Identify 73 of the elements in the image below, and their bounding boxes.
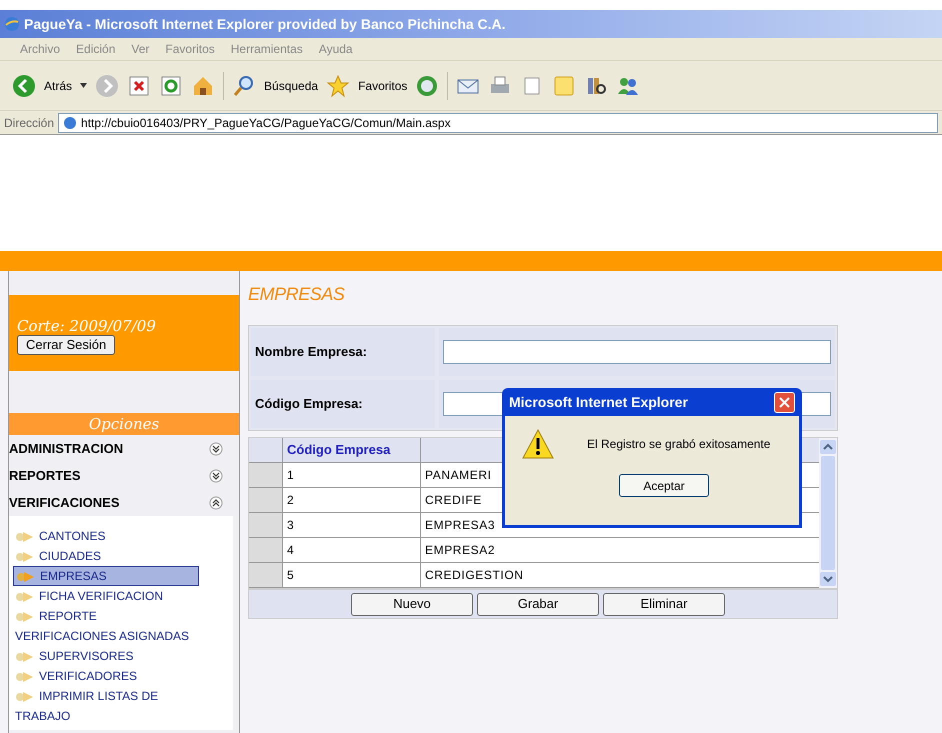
arrow-icon bbox=[15, 670, 35, 683]
arrow-icon bbox=[15, 650, 35, 663]
options-header: Opciones bbox=[9, 413, 239, 435]
collapse-icon[interactable] bbox=[209, 496, 223, 510]
address-label: Dirección bbox=[4, 114, 54, 132]
back-button[interactable]: Atrás bbox=[44, 76, 72, 94]
section-header[interactable]: ADMINISTRACION bbox=[9, 438, 124, 458]
arrow-icon bbox=[15, 530, 35, 543]
star-icon[interactable] bbox=[326, 74, 350, 98]
submenu-item[interactable]: IMPRIMIR LISTAS DE TRABAJO bbox=[9, 686, 199, 726]
submenu-item[interactable]: REPORTE VERIFICACIONES ASIGNADAS bbox=[9, 606, 199, 646]
scroll-down-icon[interactable] bbox=[820, 572, 836, 586]
table-cell: 3 bbox=[283, 513, 421, 537]
refresh-icon[interactable] bbox=[159, 74, 184, 98]
field-label: Nombre Empresa: bbox=[255, 343, 367, 362]
expand-icon[interactable] bbox=[209, 442, 223, 456]
table-cell-text: CREDIGESTION bbox=[425, 567, 524, 584]
browser-icon bbox=[4, 16, 20, 32]
table-cell-text: EMPRESA3 bbox=[425, 517, 496, 534]
row-header[interactable] bbox=[249, 488, 283, 512]
submenu-item[interactable]: FICHA VERIFICACION bbox=[9, 586, 199, 606]
cutoff-date: Corte: 2009/07/09 bbox=[17, 317, 156, 335]
note-icon[interactable] bbox=[552, 74, 576, 98]
action-button[interactable]: Eliminar bbox=[603, 592, 725, 616]
row-header[interactable] bbox=[249, 463, 283, 487]
page-icon bbox=[63, 116, 78, 130]
window-title: PagueYa - Microsoft Internet Explorer provided by Banco Pichincha C.A. bbox=[24, 14, 506, 34]
action-button[interactable]: Nuevo bbox=[351, 592, 473, 616]
column-header[interactable]: Código Empresa bbox=[283, 438, 421, 462]
scroll-up-icon[interactable] bbox=[820, 440, 836, 454]
action-button[interactable]: Grabar bbox=[477, 592, 599, 616]
arrow-icon bbox=[15, 590, 35, 603]
back-icon[interactable] bbox=[12, 74, 36, 98]
dialog-title: Microsoft Internet Explorer bbox=[509, 392, 688, 412]
section-header[interactable]: VERIFICACIONES bbox=[9, 492, 120, 512]
table-cell: 2 bbox=[283, 488, 421, 512]
stop-icon[interactable] bbox=[127, 74, 152, 98]
search-button[interactable]: Búsqueda bbox=[264, 76, 318, 94]
table-cell-text: PANAMERI bbox=[425, 467, 492, 484]
warning-icon bbox=[521, 428, 555, 460]
arrow-icon bbox=[15, 690, 35, 703]
accept-button[interactable]: Aceptar bbox=[619, 474, 709, 497]
close-button[interactable] bbox=[774, 392, 795, 412]
submenu-item[interactable]: VERIFICADORES bbox=[9, 666, 199, 686]
submenu-item[interactable]: EMPRESAS bbox=[13, 566, 199, 586]
table-cell: 5 bbox=[283, 563, 421, 587]
submenu-item[interactable]: CIUDADES bbox=[9, 546, 199, 566]
table-cell-text: EMPRESA2 bbox=[425, 542, 496, 559]
table-cell: 1 bbox=[283, 463, 421, 487]
arrow-icon bbox=[15, 610, 35, 623]
row-header[interactable] bbox=[249, 563, 283, 587]
submenu-item[interactable]: SUPERVISORES bbox=[9, 646, 199, 666]
row-header[interactable] bbox=[249, 538, 283, 562]
address-field[interactable]: http://cbuio016403/PRY_PagueYaCG/PagueYaCG/Comun/Main.aspx bbox=[58, 112, 938, 132]
table-cell-text: CREDIFE bbox=[425, 492, 482, 509]
scrollbar[interactable] bbox=[819, 438, 837, 588]
favorites-button[interactable]: Favoritos bbox=[358, 76, 408, 94]
text-field[interactable] bbox=[443, 340, 831, 364]
row-header[interactable] bbox=[249, 513, 283, 537]
expand-icon[interactable] bbox=[209, 468, 223, 482]
page-title: EMPRESAS bbox=[248, 283, 346, 306]
logout-button[interactable]: Cerrar Sesión bbox=[17, 335, 116, 355]
submenu-item[interactable]: CANTONES bbox=[9, 526, 199, 546]
dropdown-icon[interactable] bbox=[80, 83, 88, 88]
arrow-icon bbox=[15, 550, 35, 563]
dialog-message: El Registro se grabó exitosamente bbox=[587, 436, 770, 453]
arrow-icon bbox=[16, 570, 36, 583]
table-cell: 4 bbox=[283, 538, 421, 562]
scroll-thumb[interactable] bbox=[821, 456, 835, 570]
field-label: Código Empresa: bbox=[255, 395, 363, 414]
close-icon bbox=[779, 396, 790, 408]
section-header[interactable]: REPORTES bbox=[9, 466, 81, 486]
history-icon[interactable] bbox=[415, 74, 440, 98]
